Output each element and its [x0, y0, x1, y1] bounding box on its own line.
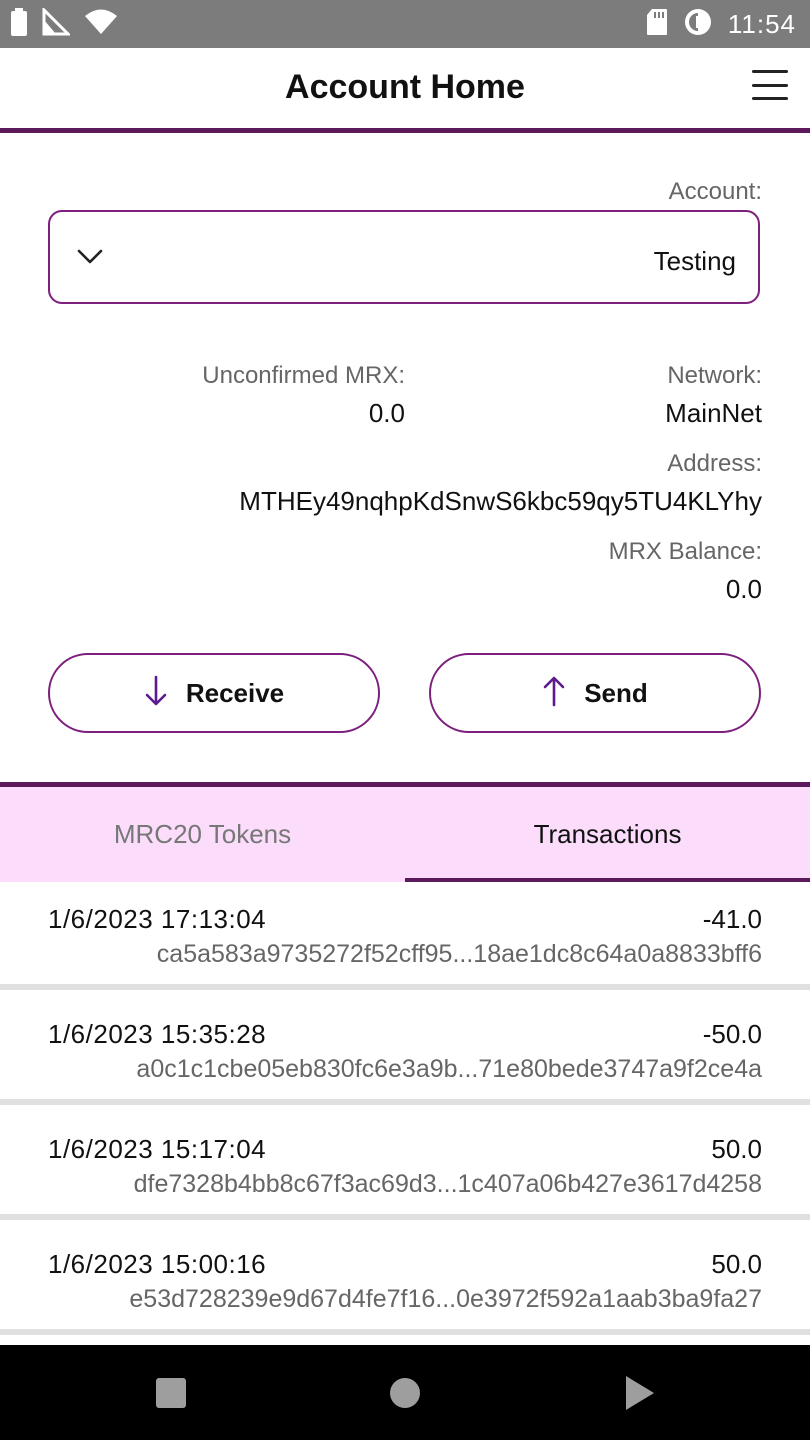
- mrx-balance-value: 0.0: [725, 574, 762, 604]
- receive-button-label: Receive: [185, 677, 285, 708]
- home-icon[interactable]: [390, 1378, 420, 1408]
- account-dropdown[interactable]: Testing: [48, 210, 760, 304]
- account-selected-value: Testing: [653, 246, 736, 276]
- transaction-date: 1/6/2023 17:13:04: [48, 904, 267, 934]
- transaction-date: 1/6/2023 15:17:04: [48, 1134, 267, 1164]
- transaction-row[interactable]: 1/6/2023 15:35:28 -50.0 a0c1c1cbe05eb830…: [0, 997, 810, 1105]
- tab-transactions[interactable]: Transactions: [405, 787, 810, 882]
- transaction-row[interactable]: 1/6/2023 15:00:16 50.0 e53d728239e9d67d4…: [0, 1227, 810, 1335]
- signal-icon: [42, 5, 72, 41]
- transaction-hash: e53d728239e9d67d4fe7f16...0e3972f592a1aa…: [129, 1285, 762, 1313]
- transaction-date: 1/6/2023 15:00:16: [48, 1249, 267, 1279]
- transaction-amount: -50.0: [702, 1019, 762, 1049]
- network-label: Network:: [667, 362, 762, 389]
- arrow-up-icon: [542, 675, 566, 712]
- battery-icon: [10, 7, 28, 41]
- send-button[interactable]: Send: [429, 653, 761, 733]
- back-icon[interactable]: [626, 1376, 654, 1410]
- status-icons-right: 11:54: [646, 8, 796, 40]
- recents-icon[interactable]: [156, 1378, 186, 1408]
- arrow-down-icon: [144, 675, 168, 712]
- receive-button[interactable]: Receive: [48, 653, 380, 733]
- transaction-date: 1/6/2023 15:35:28: [48, 1019, 267, 1049]
- transaction-hash: a0c1c1cbe05eb830fc6e3a9b...71e80bede3747…: [136, 1055, 762, 1083]
- transaction-amount: 50.0: [711, 1249, 762, 1279]
- status-icons-left: [10, 5, 118, 41]
- status-bar: 11:54: [0, 0, 810, 48]
- tab-bar: MRC20 Tokens Transactions: [0, 782, 810, 882]
- sync-icon: [684, 8, 712, 41]
- transaction-amount: 50.0: [711, 1134, 762, 1164]
- address-label: Address:: [667, 450, 762, 477]
- send-button-label: Send: [584, 677, 648, 708]
- address-value: MTHEy49nqhpKdSnwS6kbc59qy5TU4KLYhy: [239, 486, 762, 516]
- unconfirmed-mrx-value: 0.0: [368, 398, 405, 428]
- tab-mrc20-tokens[interactable]: MRC20 Tokens: [0, 787, 405, 882]
- transaction-hash: dfe7328b4bb8c67f3ac69d3...1c407a06b427e3…: [133, 1170, 762, 1198]
- transaction-row[interactable]: 1/6/2023 15:17:04 50.0 dfe7328b4bb8c67f3…: [0, 1112, 810, 1220]
- transaction-row[interactable]: 1/6/2023 17:13:04 -41.0 ca5a583a9735272f…: [0, 882, 810, 990]
- hamburger-menu-icon[interactable]: [752, 70, 788, 100]
- status-time: 11:54: [727, 8, 796, 39]
- account-label: Account:: [668, 178, 762, 205]
- mrx-balance-label: MRX Balance:: [608, 538, 762, 565]
- page-title: Account Home: [285, 68, 525, 106]
- unconfirmed-mrx-label: Unconfirmed MRX:: [202, 362, 405, 389]
- system-nav-bar: [0, 1345, 810, 1440]
- app-bar: Account Home: [0, 48, 810, 133]
- sd-card-icon: [646, 8, 668, 41]
- transaction-hash: ca5a583a9735272f52cff95...18ae1dc8c64a0a…: [156, 940, 762, 968]
- chevron-down-icon: [76, 246, 104, 271]
- transaction-amount: -41.0: [702, 904, 762, 934]
- network-value: MainNet: [665, 398, 762, 428]
- wifi-icon: [84, 9, 118, 40]
